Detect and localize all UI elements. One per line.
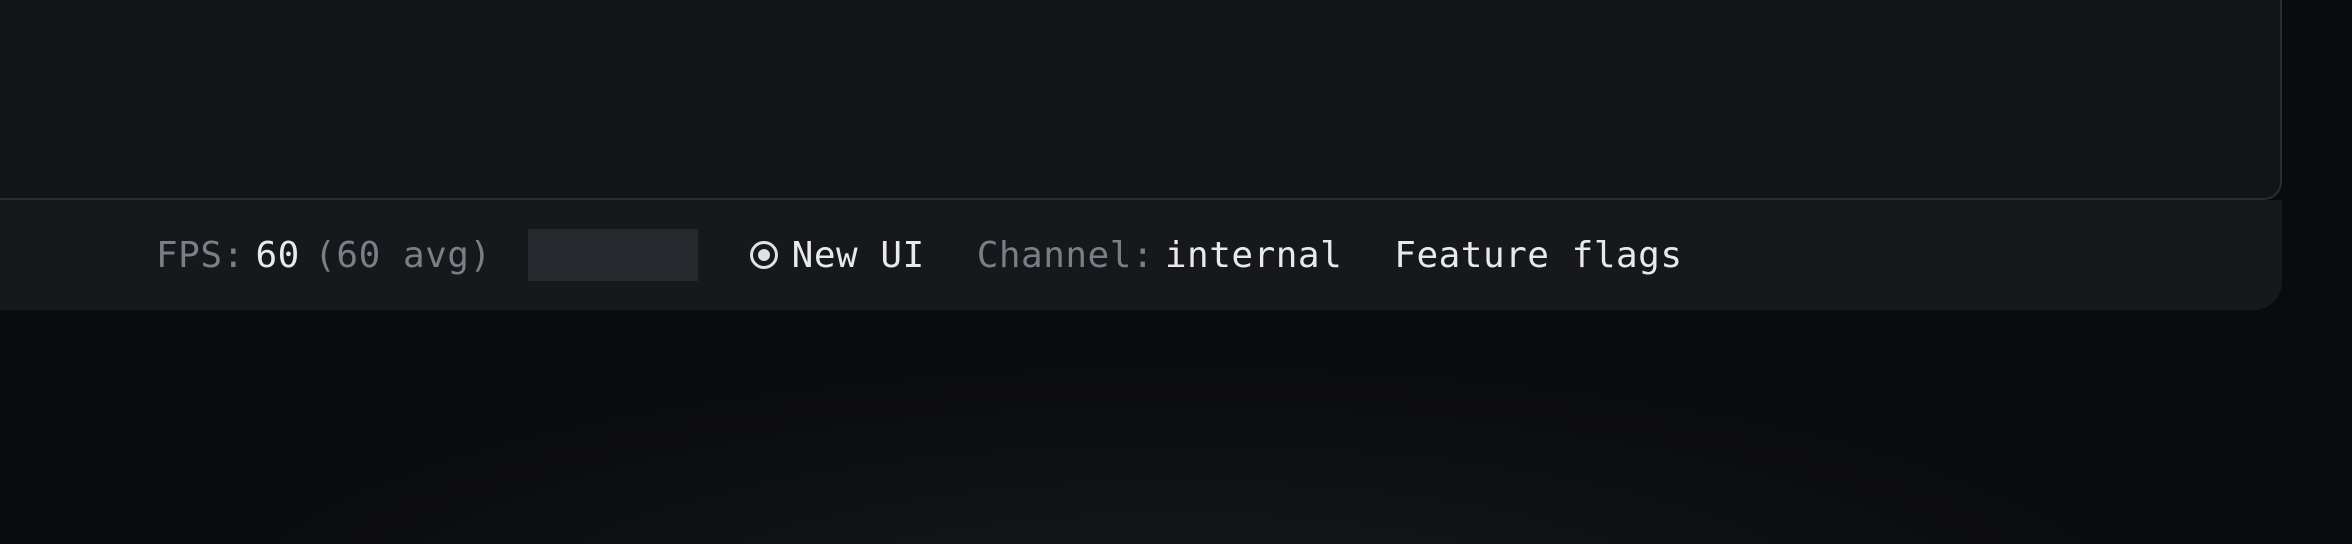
viewport-panel: [0, 0, 2282, 200]
feature-flags-label: Feature flags: [1394, 235, 1682, 276]
window-backdrop: [0, 310, 2352, 544]
status-bar: FPS: 60 (60 avg) New UI Channel: interna…: [0, 200, 2282, 310]
feature-flags-button[interactable]: Feature flags: [1394, 235, 1682, 276]
fps-current-value: 60: [256, 235, 300, 276]
channel-selector[interactable]: Channel: internal: [977, 235, 1343, 276]
window-right-gutter: [2282, 0, 2352, 310]
radio-selected-icon: [750, 241, 778, 269]
fps-label: FPS:: [156, 235, 245, 276]
fps-avg-value: (60 avg): [314, 235, 491, 276]
new-ui-toggle-label: New UI: [792, 235, 925, 276]
fps-sparkline: [528, 229, 698, 281]
channel-label: Channel:: [977, 235, 1154, 276]
fps-readout: FPS: 60 (60 avg): [156, 229, 698, 281]
channel-value: internal: [1165, 235, 1342, 276]
new-ui-toggle[interactable]: New UI: [750, 235, 925, 276]
